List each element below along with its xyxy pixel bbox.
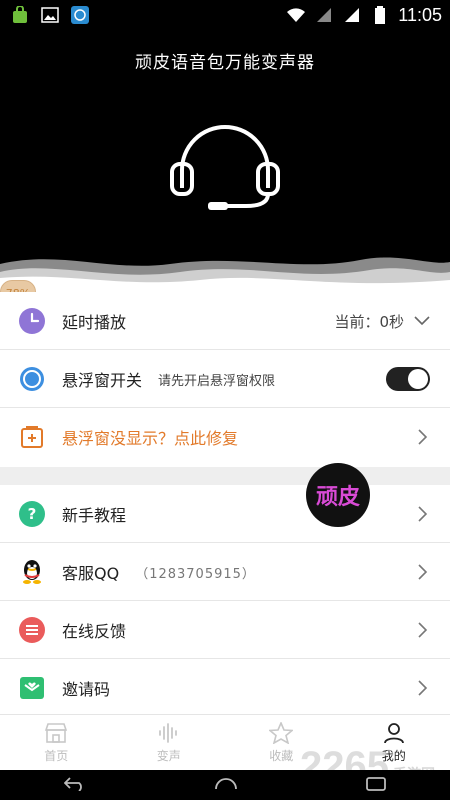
chevron-right-icon — [418, 622, 450, 638]
star-icon — [269, 722, 294, 744]
float-window-permission-hint: 请先开启悬浮窗权限 — [158, 373, 276, 389]
clock-icon — [18, 307, 46, 335]
headset-icon — [170, 125, 280, 210]
toggle-knob — [408, 369, 428, 389]
tutorial-row[interactable]: ? 新手教程 — [0, 485, 450, 543]
float-window-switch-row: 悬浮窗开关 请先开启悬浮窗权限 — [0, 350, 450, 408]
delay-playback-label: 延时播放 — [62, 313, 127, 332]
wifi-icon — [286, 5, 306, 25]
float-window-switch-label: 悬浮窗开关 — [62, 371, 143, 390]
image-icon — [40, 5, 60, 25]
tab-home[interactable]: 首页 — [0, 715, 113, 771]
app-icon — [70, 5, 90, 25]
shopping-bag-icon — [10, 5, 30, 25]
delay-playback-row[interactable]: 延时播放 当前：0秒 — [0, 292, 450, 350]
invite-code-row[interactable]: 邀请码 — [0, 659, 450, 717]
status-bar: 11:05 — [0, 0, 450, 30]
chevron-right-icon — [418, 680, 450, 696]
qq-number: （1283705915） — [135, 566, 256, 582]
circle-icon — [18, 365, 46, 393]
floating-window-logo[interactable]: 顽皮 — [306, 463, 370, 527]
chevron-right-icon — [418, 506, 450, 522]
float-window-fix-row[interactable]: 悬浮窗没显示？点此修复 — [0, 408, 450, 466]
question-icon: ? — [18, 500, 46, 528]
tab-home-label: 首页 — [44, 749, 69, 763]
tab-voice-change-label: 变声 — [156, 749, 181, 763]
store-icon — [45, 723, 68, 743]
signal-icon — [314, 5, 334, 25]
soundwave-icon — [158, 723, 177, 743]
online-feedback-row[interactable]: 在线反馈 — [0, 601, 450, 659]
home-icon[interactable] — [214, 775, 238, 795]
online-feedback-label: 在线反馈 — [62, 622, 127, 641]
system-nav-bar — [0, 770, 450, 800]
section-divider — [0, 467, 450, 485]
recent-apps-icon[interactable] — [366, 776, 386, 795]
back-icon[interactable] — [63, 776, 86, 795]
float-window-fix-label: 悬浮窗没显示？点此修复 — [62, 429, 239, 448]
floating-logo-text: 顽皮 — [315, 485, 360, 510]
invite-envelope-icon — [18, 674, 46, 702]
header-banner: 顽皮语音包万能变声器 — [0, 30, 450, 292]
float-window-toggle[interactable] — [386, 367, 430, 391]
customer-service-qq-row[interactable]: 客服QQ （1283705915） — [0, 543, 450, 601]
chevron-down-icon — [414, 316, 430, 326]
tutorial-label: 新手教程 — [62, 506, 127, 525]
clock: 11:05 — [398, 4, 442, 25]
delay-dropdown[interactable]: 当前：0秒 — [334, 311, 450, 332]
delay-current-value: 当前：0秒 — [334, 312, 404, 331]
qq-penguin-icon — [18, 558, 46, 586]
invite-code-label: 邀请码 — [62, 680, 111, 699]
add-window-icon — [18, 423, 46, 451]
chevron-right-icon — [418, 564, 450, 580]
tab-favorites-label: 收藏 — [269, 749, 294, 763]
svg-text:?: ? — [28, 505, 37, 523]
page-title: 顽皮语音包万能变声器 — [135, 53, 315, 73]
chevron-right-icon — [418, 429, 450, 445]
signal-icon-2 — [342, 5, 362, 25]
tab-voice-change[interactable]: 变声 — [113, 715, 226, 771]
battery-icon — [370, 5, 390, 25]
feedback-icon — [18, 616, 46, 644]
wave-decoration — [0, 257, 450, 292]
customer-service-label: 客服QQ — [62, 564, 120, 583]
person-icon — [383, 723, 404, 744]
